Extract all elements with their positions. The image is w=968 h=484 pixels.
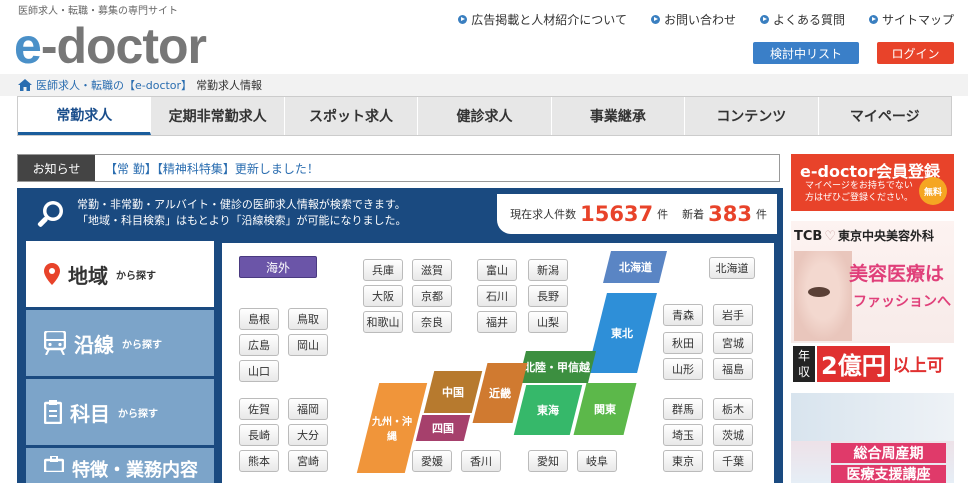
model-photo (794, 251, 852, 341)
pref-kumamoto[interactable]: 熊本 (239, 450, 279, 472)
pref-shiga[interactable]: 滋賀 (412, 259, 452, 281)
home-icon[interactable] (18, 79, 32, 91)
saved-list-button[interactable]: 検討中リスト (753, 42, 859, 64)
pref-akita[interactable]: 秋田 (663, 332, 703, 354)
region-kanto[interactable]: 関東 (573, 383, 637, 435)
pref-aichi[interactable]: 愛知 (528, 450, 568, 472)
pref-nagasaki[interactable]: 長崎 (239, 424, 279, 446)
arrow-circle-icon (759, 15, 769, 24)
pref-hiroshima[interactable]: 広島 (239, 334, 279, 356)
region-shikoku[interactable]: 四国 (415, 415, 471, 441)
pref-fukui[interactable]: 福井 (477, 311, 517, 333)
arrow-circle-icon (650, 15, 660, 24)
tab-contents[interactable]: コンテンツ (685, 97, 819, 135)
pref-nara[interactable]: 奈良 (412, 311, 452, 333)
news-bar: お知らせ 【常 勤】【精神科特集】更新しました！ (17, 154, 780, 182)
pref-kyoto[interactable]: 京都 (412, 285, 452, 307)
search-description: 常勤・非常勤・アルバイト・健診の医師求人情報が検索できます。 「地域・科目検索」… (77, 198, 407, 227)
pref-aomori[interactable]: 青森 (663, 304, 703, 326)
tab-mypage[interactable]: マイページ (819, 97, 951, 135)
pref-shimane[interactable]: 島根 (239, 308, 279, 330)
pref-miyagi[interactable]: 宮城 (713, 332, 753, 354)
search-panel: 常勤・非常勤・アルバイト・健診の医師求人情報が検索できます。 「地域・科目検索」… (17, 188, 783, 483)
region-chugoku[interactable]: 中国 (423, 371, 483, 413)
pref-kagawa[interactable]: 香川 (461, 450, 501, 472)
train-icon (44, 331, 66, 355)
search-by-region[interactable]: 地域 から探す (26, 241, 214, 307)
pref-tokyo[interactable]: 東京 (663, 450, 703, 472)
search-by-specialty[interactable]: 科目 から探す (26, 379, 214, 445)
pref-miyazaki[interactable]: 宮崎 (288, 450, 328, 472)
search-by-train-line[interactable]: 沿線 から探す (26, 310, 214, 376)
tab-business-succession[interactable]: 事業継承 (552, 97, 686, 135)
tab-health-check[interactable]: 健診求人 (418, 97, 552, 135)
pref-oita[interactable]: 大分 (288, 424, 328, 446)
pref-tochigi[interactable]: 栃木 (713, 398, 753, 420)
member-registration-banner[interactable]: e-doctor会員登録 マイページをお持ちでない 方はぜひご登録ください。 無… (791, 154, 954, 211)
pref-chiba[interactable]: 千葉 (713, 450, 753, 472)
pref-niigata[interactable]: 新潟 (528, 259, 568, 281)
pref-saitama[interactable]: 埼玉 (663, 424, 703, 446)
region-hokuriku[interactable]: 北陸・甲信越 (518, 351, 596, 383)
briefcase-icon (44, 456, 64, 472)
pref-toyama[interactable]: 富山 (477, 259, 517, 281)
tcb-ad-banner[interactable]: TCB ♡ 東京中央美容外科 美容医療は ファッションへ 年収 2億円 以上可 (791, 221, 954, 384)
job-count: 現在求人件数 15637 件 新着 383 件 (497, 194, 777, 234)
pref-tottori[interactable]: 鳥取 (288, 308, 328, 330)
site-logo[interactable]: e-doctor (14, 16, 207, 76)
new-count: 383 (708, 202, 752, 226)
top-links: 広告掲載と人材紹介について お問い合わせ よくある質問 サイトマップ (458, 11, 954, 28)
region-tokai[interactable]: 東海 (513, 385, 583, 435)
magnifier-icon (37, 201, 63, 227)
pref-yamanashi[interactable]: 山梨 (528, 311, 568, 333)
pref-wakayama[interactable]: 和歌山 (363, 311, 403, 333)
pref-yamagata[interactable]: 山形 (663, 358, 703, 380)
tab-regular-part-time[interactable]: 定期非常勤求人 (151, 97, 285, 135)
arrow-circle-icon (868, 15, 878, 24)
breadcrumb-home-link[interactable]: 医師求人・転職の【e-doctor】 (36, 77, 192, 93)
top-link-advertising[interactable]: 広告掲載と人材紹介について (458, 11, 627, 28)
pref-hyogo[interactable]: 兵庫 (363, 259, 403, 281)
tab-full-time[interactable]: 常勤求人 (18, 97, 152, 135)
pref-osaka[interactable]: 大阪 (363, 285, 403, 307)
pref-gifu[interactable]: 岐阜 (577, 450, 617, 472)
top-link-sitemap[interactable]: サイトマップ (868, 11, 954, 28)
perinatal-ad-banner[interactable]: 総合周産期 医療支援講座 (791, 393, 954, 483)
breadcrumb-current: 常勤求人情報 (196, 79, 263, 92)
total-count: 15637 (580, 202, 654, 226)
free-badge: 無料 (919, 177, 947, 205)
pref-fukushima[interactable]: 福島 (713, 358, 753, 380)
pref-saga[interactable]: 佐賀 (239, 398, 279, 420)
top-link-faq[interactable]: よくある質問 (759, 11, 845, 28)
site-tagline: 医師求人・転職・募集の専門サイト (18, 6, 178, 17)
region-map: 海外 島根 鳥取 広島 岡山 山口 佐賀 福岡 長崎 大分 熊本 宮崎 兵庫 滋… (222, 243, 774, 483)
main-nav: 常勤求人 定期非常勤求人 スポット求人 健診求人 事業継承 コンテンツ マイペー… (17, 96, 952, 136)
pref-ishikawa[interactable]: 石川 (477, 285, 517, 307)
map-pin-icon (44, 263, 60, 285)
pref-ibaraki[interactable]: 茨城 (713, 424, 753, 446)
pref-fukuoka[interactable]: 福岡 (288, 398, 328, 420)
pref-yamaguchi[interactable]: 山口 (239, 360, 279, 382)
top-link-contact[interactable]: お問い合わせ (650, 11, 736, 28)
breadcrumb: 医師求人・転職の【e-doctor】 常勤求人情報 (0, 74, 968, 96)
pref-nagano[interactable]: 長野 (528, 285, 568, 307)
pref-okayama[interactable]: 岡山 (288, 334, 328, 356)
news-link[interactable]: 【常 勤】【精神科特集】更新しました！ (95, 160, 319, 177)
clipboard-icon (44, 400, 62, 424)
search-by-feature[interactable]: 特徴・業務内容 (26, 448, 214, 483)
region-hokkaido[interactable]: 北海道 (603, 251, 667, 283)
pref-ehime[interactable]: 愛媛 (412, 450, 452, 472)
region-tohoku[interactable]: 東北 (587, 293, 657, 373)
news-label: お知らせ (18, 155, 95, 181)
helicopter-photo (791, 393, 954, 441)
overseas-button[interactable]: 海外 (239, 256, 317, 278)
pref-hokkaido[interactable]: 北海道 (709, 257, 755, 279)
pref-gunma[interactable]: 群馬 (663, 398, 703, 420)
arrow-circle-icon (458, 15, 468, 24)
tab-spot[interactable]: スポット求人 (285, 97, 419, 135)
login-button[interactable]: ログイン (877, 42, 954, 64)
pref-iwate[interactable]: 岩手 (713, 304, 753, 326)
